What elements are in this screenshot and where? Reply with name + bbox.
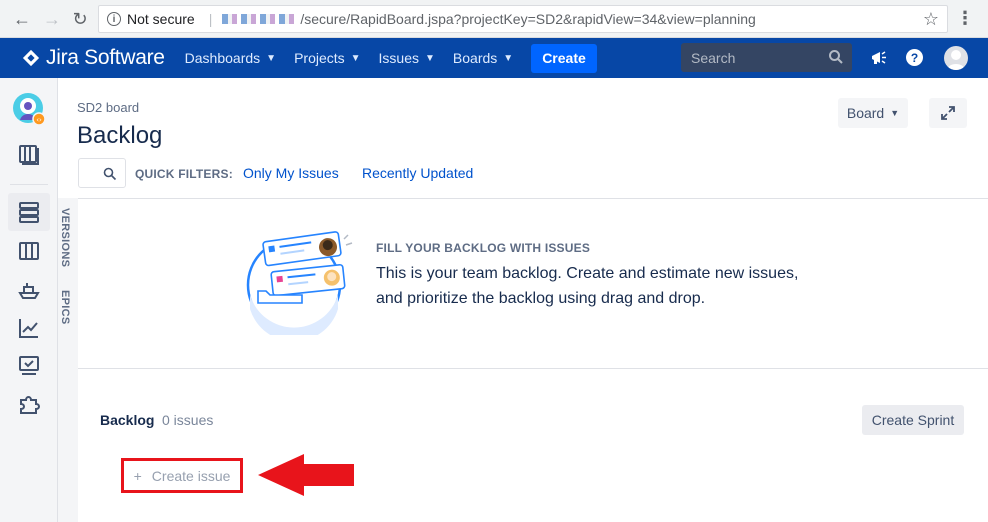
chevron-down-icon: ▼ — [266, 52, 277, 64]
quick-filter-only-my-issues[interactable]: Only My Issues — [243, 165, 339, 181]
product-name: Jira Software — [46, 46, 165, 69]
browser-toolbar: ← → ↻ i Not secure | /secure/RapidBoard.… — [0, 0, 988, 38]
menu-label: Boards — [452, 50, 498, 66]
menu-label: Issues — [378, 50, 420, 66]
backlog-issue-count: 0 issues — [162, 412, 214, 428]
user-avatar[interactable] — [944, 46, 968, 70]
annotation-arrow-icon — [258, 454, 354, 496]
help-icon[interactable]: ? — [906, 49, 923, 66]
board-button-label: Board — [846, 105, 885, 121]
chevron-down-icon: ▼ — [350, 52, 361, 64]
info-icon[interactable]: i — [107, 12, 121, 26]
empty-state-heading: FILL YOUR BACKLOG WITH ISSUES — [376, 241, 591, 255]
breadcrumb[interactable]: SD2 board — [77, 100, 139, 115]
fullscreen-button[interactable] — [929, 98, 967, 128]
chevron-down-icon: ▼ — [890, 108, 900, 118]
url-path: /secure/RapidBoard.jspa?projectKey=SD2&r… — [300, 11, 756, 27]
project-avatar[interactable]: ‹› — [12, 92, 46, 126]
jira-logo[interactable]: Jira Software — [22, 46, 165, 70]
reload-icon[interactable]: ↻ — [68, 7, 92, 31]
menu-projects[interactable]: Projects ▼ — [294, 50, 360, 66]
create-issue-label: Create issue — [151, 467, 231, 484]
board-dropdown-button[interactable]: Board ▼ — [838, 98, 908, 128]
project-sidebar: ‹› — [0, 78, 58, 522]
create-sprint-button[interactable]: Create Sprint — [862, 405, 964, 435]
quick-filters-label: QUICK FILTERS: — [135, 167, 233, 181]
menu-label: Dashboards — [184, 50, 261, 66]
address-bar[interactable]: i Not secure | /secure/RapidBoard.jspa?p… — [98, 5, 948, 33]
menu-boards[interactable]: Boards ▼ — [453, 50, 513, 66]
top-menu: Dashboards ▼ Projects ▼ Issues ▼ Boards ▼ — [185, 50, 532, 66]
active-sprints-icon[interactable] — [17, 239, 41, 263]
tab-epics[interactable]: EPICS — [59, 290, 71, 325]
search-input[interactable]: Search — [681, 43, 852, 72]
board-icon[interactable] — [17, 142, 41, 166]
chevron-down-icon: ▼ — [503, 52, 514, 64]
menu-label: Projects — [294, 50, 345, 66]
backlog-panel: FILL YOUR BACKLOG WITH ISSUES This is yo… — [78, 198, 988, 522]
backlog-illustration — [246, 231, 353, 335]
bookmark-star-icon[interactable]: ☆ — [923, 9, 939, 30]
chevron-down-icon: ▼ — [425, 52, 435, 64]
backlog-section-title: Backlog — [100, 412, 155, 428]
add-ons-puzzle-icon[interactable] — [17, 392, 41, 416]
user-avatar-icon — [947, 50, 965, 70]
redacted-host — [222, 14, 299, 24]
issues-icon[interactable] — [17, 354, 41, 378]
backlog-icon[interactable] — [17, 200, 41, 224]
browser-menu-icon[interactable]: ⋮ — [956, 9, 974, 27]
back-icon[interactable]: ← — [10, 7, 34, 31]
search-icon — [103, 167, 117, 181]
create-button[interactable]: Create — [531, 43, 597, 73]
svg-text:‹›: ‹› — [36, 116, 42, 124]
plus-icon: + — [133, 467, 142, 484]
search-icon — [829, 50, 843, 64]
sidebar-divider — [10, 184, 48, 185]
reports-chart-icon[interactable] — [17, 316, 41, 340]
quick-filter-search-input[interactable] — [78, 158, 126, 188]
empty-backlog-card: FILL YOUR BACKLOG WITH ISSUES This is yo… — [78, 199, 988, 369]
tab-versions[interactable]: VERSIONS — [59, 208, 71, 267]
jira-top-nav: Jira Software Dashboards ▼ Projects ▼ Issu… — [0, 38, 988, 78]
not-secure-label: Not secure — [127, 11, 195, 27]
menu-issues[interactable]: Issues ▼ — [379, 50, 435, 66]
page-title: Backlog — [77, 122, 163, 149]
empty-state-text-line-1: This is your team backlog. Create and es… — [376, 265, 799, 282]
notifications-megaphone-icon[interactable] — [869, 48, 889, 68]
forward-icon[interactable]: → — [40, 7, 64, 31]
jira-logo-icon — [22, 49, 40, 67]
search-placeholder: Search — [691, 49, 736, 66]
side-panel-tabs: VERSIONS EPICS — [58, 198, 78, 522]
menu-dashboards[interactable]: Dashboards ▼ — [185, 50, 276, 66]
url-separator: | — [208, 11, 213, 27]
expand-icon — [941, 106, 955, 120]
create-issue-button[interactable]: + Create issue — [121, 458, 243, 493]
empty-state-text-line-2: and prioritize the backlog using drag an… — [376, 290, 706, 307]
releases-ship-icon[interactable] — [17, 278, 41, 302]
quick-filter-recently-updated[interactable]: Recently Updated — [362, 165, 473, 181]
